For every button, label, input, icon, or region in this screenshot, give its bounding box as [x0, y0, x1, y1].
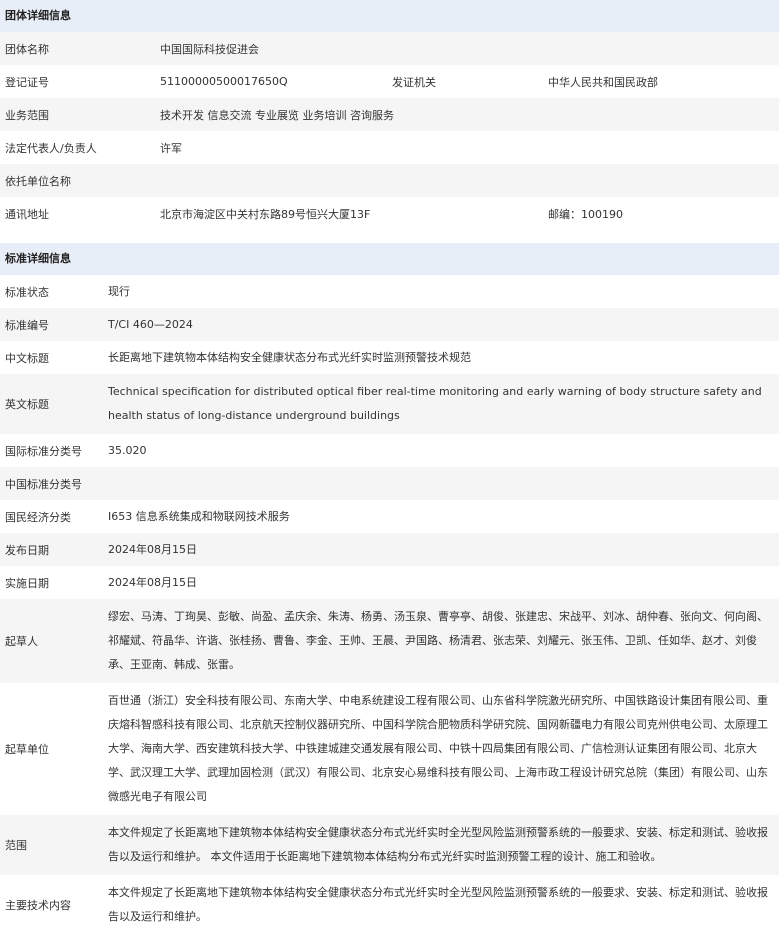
- std-label: 发布日期: [5, 543, 49, 557]
- org-sponsor-label: 依托单位名称: [5, 174, 71, 188]
- org-rep-label: 法定代表人/负责人: [5, 141, 97, 155]
- org-name-label: 团体名称: [5, 42, 49, 56]
- std-row: 国际标准分类号 35.020: [0, 434, 779, 467]
- org-addr-value: 北京市海淀区中关村东路89号恒兴大厦13F: [160, 207, 371, 221]
- std-value: 现行: [108, 284, 130, 298]
- std-row: 发布日期 2024年08月15日: [0, 533, 779, 566]
- std-label: 中文标题: [5, 351, 49, 365]
- std-section: 标准详细信息 标准状态 现行 标准编号 T/CI 460—2024 中文标题 长距离地…: [0, 243, 779, 935]
- std-label: 国际标准分类号: [5, 444, 82, 458]
- org-issuer-label: 发证机关: [392, 75, 436, 89]
- org-scope-value: 技术开发 信息交流 专业展览 业务培训 咨询服务: [160, 108, 394, 122]
- std-label: 实施日期: [5, 576, 49, 590]
- org-section: 团体详细信息 团体名称 中国国际科技促进会 登记证号 5110000050001…: [0, 0, 779, 230]
- std-value: I653 信息系统集成和物联网技术服务: [108, 509, 290, 523]
- std-label: 国民经济分类: [5, 510, 71, 524]
- std-value: 2024年08月15日: [108, 575, 197, 589]
- std-label: 标准状态: [5, 285, 49, 299]
- std-value: 百世通（浙江）安全科技有限公司、东南大学、中电系统建设工程有限公司、山东省科学院…: [108, 694, 768, 803]
- std-section-title: 标准详细信息: [0, 243, 779, 275]
- std-row: 中文标题 长距离地下建筑物本体结构安全健康状态分布式光纤实时监测预警技术规范: [0, 341, 779, 374]
- org-zip-value: 邮编：100190: [548, 207, 623, 221]
- std-value: 本文件规定了长距离地下建筑物本体结构安全健康状态分布式光纤实时全光型风险监测预警…: [108, 886, 768, 923]
- std-value: 缪宏、马涛、丁珣昊、彭敏、尚盈、孟庆余、朱涛、杨勇、汤玉泉、曹亭亭、胡俊、张建忠…: [108, 610, 768, 671]
- std-label: 主要技术内容: [5, 899, 71, 912]
- std-row: 起草人 缪宏、马涛、丁珣昊、彭敏、尚盈、孟庆余、朱涛、杨勇、汤玉泉、曹亭亭、胡俊、…: [0, 599, 779, 683]
- std-label: 起草单位: [5, 743, 49, 756]
- std-row: 主要技术内容 本文件规定了长距离地下建筑物本体结构安全健康状态分布式光纤实时全光型…: [0, 875, 779, 935]
- std-row: 起草单位 百世通（浙江）安全科技有限公司、东南大学、中电系统建设工程有限公司、山东…: [0, 683, 779, 815]
- org-addr-label: 通讯地址: [5, 207, 49, 221]
- org-reg-value: 51100000500017650Q: [160, 75, 288, 88]
- org-rep-value: 许军: [160, 141, 182, 155]
- std-label: 范围: [5, 839, 27, 852]
- org-name-value: 中国国际科技促进会: [160, 42, 259, 56]
- std-row: 实施日期 2024年08月15日: [0, 566, 779, 599]
- std-value: 长距离地下建筑物本体结构安全健康状态分布式光纤实时监测预警技术规范: [108, 350, 471, 364]
- std-row: 中国标准分类号: [0, 467, 779, 500]
- org-scope-label: 业务范围: [5, 108, 49, 122]
- std-row: 标准编号 T/CI 460—2024: [0, 308, 779, 341]
- org-section-title: 团体详细信息: [0, 0, 779, 32]
- org-sponsor-row: 依托单位名称: [0, 164, 779, 197]
- std-value: 2024年08月15日: [108, 542, 197, 556]
- std-value: Technical specification for distributed …: [108, 385, 762, 422]
- std-label: 中国标准分类号: [5, 477, 82, 491]
- std-value: [108, 480, 773, 488]
- org-rep-row: 法定代表人/负责人 许军: [0, 131, 779, 164]
- std-value: 35.020: [108, 443, 147, 457]
- std-label: 起草人: [5, 635, 38, 648]
- std-row: 国民经济分类 I653 信息系统集成和物联网技术服务: [0, 500, 779, 533]
- std-value: 本文件规定了长距离地下建筑物本体结构安全健康状态分布式光纤实时全光型风险监测预警…: [108, 826, 768, 863]
- std-row: 英文标题 Technical specification for distribu…: [0, 374, 779, 434]
- org-name-row: 团体名称 中国国际科技促进会: [0, 32, 779, 65]
- std-row: 范围 本文件规定了长距离地下建筑物本体结构安全健康状态分布式光纤实时全光型风险监测…: [0, 815, 779, 875]
- std-label: 英文标题: [5, 398, 49, 411]
- std-row: 标准状态 现行: [0, 275, 779, 308]
- std-label: 标准编号: [5, 318, 49, 332]
- org-scope-row: 业务范围 技术开发 信息交流 专业展览 业务培训 咨询服务: [0, 98, 779, 131]
- std-value: T/CI 460—2024: [108, 317, 193, 331]
- org-issuer-value: 中华人民共和国民政部: [548, 75, 658, 89]
- org-addr-row: 通讯地址 北京市海淀区中关村东路89号恒兴大厦13F 邮编：100190: [0, 197, 779, 230]
- org-reg-row: 登记证号 51100000500017650Q 发证机关 中华人民共和国民政部: [0, 65, 779, 98]
- org-reg-label: 登记证号: [5, 75, 49, 89]
